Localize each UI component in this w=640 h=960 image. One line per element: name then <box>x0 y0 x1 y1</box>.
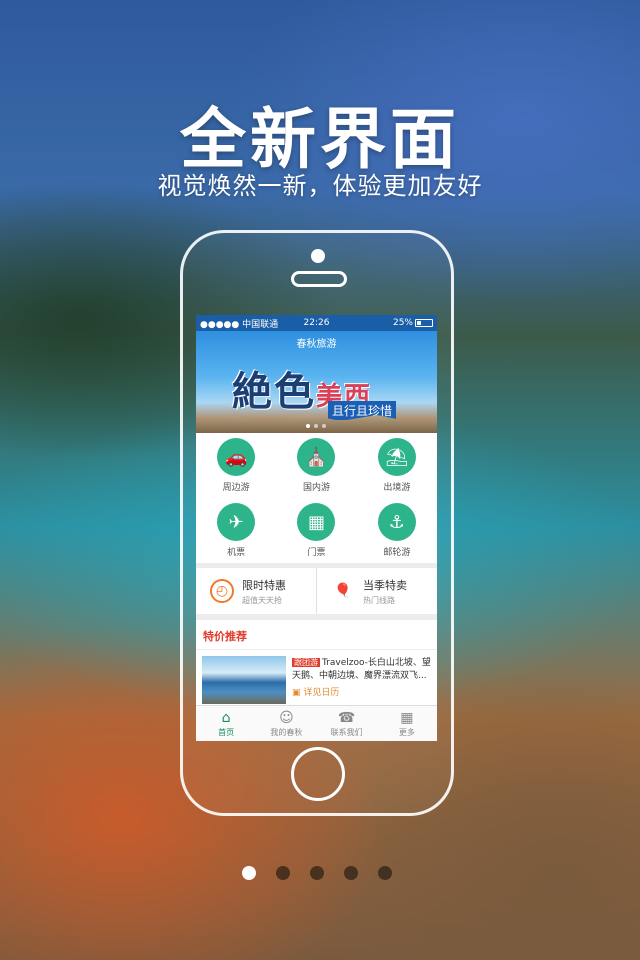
home-button[interactable] <box>291 747 345 801</box>
category-label: 门票 <box>307 548 326 558</box>
tab-bar: ⌂ 首页 ☺ 我的春秋 ☎ 联系我们 ▦ 更多 <box>196 705 437 741</box>
category-ticket[interactable]: ▦ 门票 <box>276 498 356 563</box>
category-label: 邮轮游 <box>383 548 411 558</box>
promo-title: 限时特惠 <box>242 578 286 592</box>
deal-badge: 跟团游 <box>292 658 320 667</box>
onboarding-pager <box>242 866 392 880</box>
deal-card[interactable]: 跟团游 Travelzoo-长白山北坡、望天鹅、中朝边境、魔界漂流双飞... ▣ … <box>196 650 437 705</box>
category-label: 出境游 <box>383 483 411 493</box>
banner-pager <box>306 424 326 428</box>
brand-logo: 春秋旅游 <box>296 339 337 350</box>
pager-dot[interactable] <box>344 866 358 880</box>
category-domestic[interactable]: ⛪ 国内游 <box>276 433 356 498</box>
balloon-icon: 🎈 <box>334 583 352 599</box>
tab-my-spring-autumn[interactable]: ☺ 我的春秋 <box>256 706 316 741</box>
grid-icon: ▦ <box>400 709 414 726</box>
battery-icon <box>415 319 433 327</box>
status-bar: ●●●●● 中国联通 22:26 25% <box>196 315 437 331</box>
tab-label: 首页 <box>218 727 235 737</box>
promo-flash-sale[interactable]: ◴ 限时特惠 超值天天抢 <box>196 568 316 614</box>
deal-thumbnail <box>202 656 286 704</box>
tab-label: 我的春秋 <box>270 727 303 737</box>
banner-title-main: 絶色 <box>232 368 316 415</box>
promo-seasonal[interactable]: 🎈 当季特卖 热门线路 <box>316 568 437 614</box>
promo-banner[interactable]: 春秋旅游 絶色美西 且行且珍惜 <box>196 331 437 433</box>
cruise-ship-icon: ⚓ <box>377 503 416 541</box>
promo-row: ◴ 限时特惠 超值天天抢 🎈 当季特卖 热门线路 <box>196 568 437 614</box>
camera-icon <box>311 249 325 263</box>
tab-home[interactable]: ⌂ 首页 <box>196 706 256 741</box>
tab-more[interactable]: ▦ 更多 <box>377 706 437 741</box>
category-label: 周边游 <box>222 483 250 493</box>
category-flight[interactable]: ✈ 机票 <box>196 498 276 563</box>
promo-title: 当季特卖 <box>363 578 407 592</box>
pager-dot[interactable] <box>276 866 290 880</box>
status-time: 22:26 <box>303 318 330 328</box>
tab-contact-us[interactable]: ☎ 联系我们 <box>317 706 377 741</box>
speaker-icon <box>291 271 347 287</box>
promo-sub: 超值天天抢 <box>242 595 282 605</box>
phone-screen: ●●●●● 中国联通 22:26 25% 春秋旅游 絶色美西 且行且珍惜 🚗 周… <box>196 315 437 741</box>
category-grid: 🚗 周边游 ⛪ 国内游 ⛱ 出境游 ✈ 机票 ▦ 门票 ⚓ 邮轮游 <box>196 433 437 563</box>
phone-icon: ☎ <box>337 709 356 726</box>
pager-dot[interactable] <box>378 866 392 880</box>
deal-text: 跟团游 Travelzoo-长白山北坡、望天鹅、中朝边境、魔界漂流双飞... <box>292 656 433 683</box>
deal-link-label: 详见日历 <box>303 688 340 698</box>
clock-icon: ◴ <box>210 579 234 603</box>
category-nearby[interactable]: 🚗 周边游 <box>196 433 276 498</box>
plane-icon: ✈ <box>217 503 256 541</box>
ticket-icon: ▦ <box>297 503 336 541</box>
car-icon: 🚗 <box>217 438 256 476</box>
category-cruise[interactable]: ⚓ 邮轮游 <box>357 498 437 563</box>
promo-sub: 热门线路 <box>363 595 395 605</box>
home-icon: ⌂ <box>221 709 231 726</box>
category-label: 机票 <box>227 548 246 558</box>
category-outbound[interactable]: ⛱ 出境游 <box>357 433 437 498</box>
temple-icon: ⛪ <box>297 438 336 476</box>
banner-dot[interactable] <box>306 424 310 428</box>
tab-label: 更多 <box>398 727 415 737</box>
profile-icon: ☺ <box>279 709 294 726</box>
section-title: 特价推荐 <box>196 620 437 650</box>
banner-dot[interactable] <box>314 424 318 428</box>
pager-dot[interactable] <box>242 866 256 880</box>
category-label: 国内游 <box>302 483 330 493</box>
beach-umbrella-icon: ⛱ <box>377 438 416 476</box>
deal-calendar-link[interactable]: ▣ 详见日历 <box>292 685 433 698</box>
tab-label: 联系我们 <box>330 727 363 737</box>
pager-dot[interactable] <box>310 866 324 880</box>
banner-dot[interactable] <box>322 424 326 428</box>
subline: 视觉焕然一新，体验更加友好 <box>157 172 483 200</box>
